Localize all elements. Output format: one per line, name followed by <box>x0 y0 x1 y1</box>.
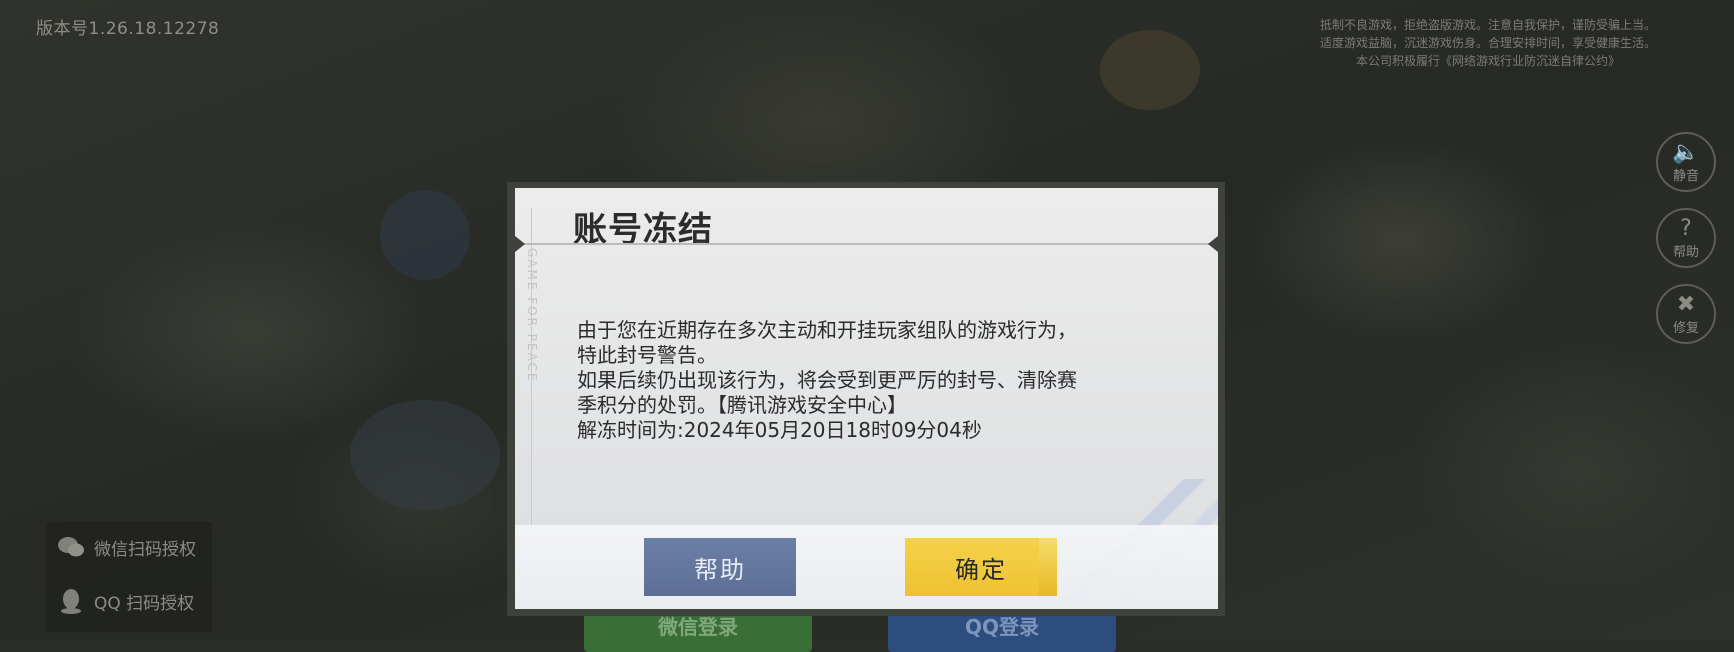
title-divider <box>523 243 1210 245</box>
qq-login-button[interactable]: QQ登录 <box>888 612 1116 652</box>
health-notice-line: 抵制不良游戏，拒绝盗版游戏。注意自我保护，谨防受骗上当。 <box>1319 18 1656 32</box>
unfreeze-time-line: 解冻时间为:2024年05月20日18时09分04秒 <box>577 418 982 442</box>
mute-button[interactable]: 🔈 静音 <box>1656 132 1716 192</box>
health-notice-line: 适度游戏益脑，沉迷游戏伤身。合理安排时间，享受健康生活。 <box>1319 36 1656 50</box>
qq-icon <box>56 588 86 614</box>
qq-qr-login[interactable]: QQ 扫码授权 <box>56 588 194 614</box>
repair-label: 修复 <box>1672 320 1699 336</box>
speaker-icon: 🔈 <box>1672 139 1700 165</box>
map-landmark-yellow <box>1100 30 1200 110</box>
message-line: 季积分的处罚。【腾讯游戏安全中心】 <box>577 393 907 417</box>
wechat-qr-label: 微信扫码授权 <box>94 539 196 560</box>
help-side-button[interactable]: ? 帮助 <box>1656 208 1716 268</box>
help-button-label: 帮助 <box>694 555 746 584</box>
confirm-button[interactable]: 确定 <box>905 538 1057 596</box>
wechat-login-button[interactable]: 微信登录 <box>584 612 812 652</box>
map-landmark-circle <box>350 400 500 510</box>
version-label: 版本号1.26.18.12278 <box>36 19 220 39</box>
account-frozen-dialog: GAME FOR PEACE 账号冻结 由于您在近期存在多次主动和开挂玩家组队的… <box>515 188 1218 609</box>
divider-notch-left <box>515 236 525 252</box>
message-line: 由于您在近期存在多次主动和开挂玩家组队的游戏行为， <box>577 318 1077 342</box>
message-line: 特此封号警告。 <box>577 343 717 367</box>
map-landmark-blue <box>380 190 470 280</box>
question-icon: ? <box>1680 215 1692 241</box>
health-notice-line: 本公司积极履行《网络游戏行业防沉迷自律公约》 <box>1355 54 1620 68</box>
mute-label: 静音 <box>1672 168 1699 184</box>
divider-notch-right <box>1208 236 1218 252</box>
qr-login-panel: 微信扫码授权 QQ 扫码授权 <box>46 522 212 632</box>
wechat-qr-login[interactable]: 微信扫码授权 <box>56 534 196 560</box>
wechat-login-label: 微信登录 <box>658 615 738 639</box>
confirm-button-label: 确定 <box>955 555 1007 584</box>
dialog-side-text: GAME FOR PEACE <box>525 248 539 383</box>
wrench-icon: ✖ <box>1676 291 1696 317</box>
health-notice: 抵制不良游戏，拒绝盗版游戏。注意自我保护，谨防受骗上当。 适度游戏益脑，沉迷游戏… <box>1278 16 1698 70</box>
help-side-label: 帮助 <box>1672 244 1699 260</box>
help-button[interactable]: 帮助 <box>644 538 796 596</box>
message-line: 如果后续仍出现该行为，将会受到更严厉的封号、清除赛 <box>577 368 1077 392</box>
repair-button[interactable]: ✖ 修复 <box>1656 284 1716 344</box>
dialog-button-bar <box>515 525 1218 609</box>
qq-login-label: QQ登录 <box>964 615 1039 639</box>
wechat-icon <box>56 534 86 560</box>
qq-qr-label: QQ 扫码授权 <box>94 593 195 614</box>
dialog-message: 由于您在近期存在多次主动和开挂玩家组队的游戏行为， 特此封号警告。 如果后续仍出… <box>577 318 1177 443</box>
